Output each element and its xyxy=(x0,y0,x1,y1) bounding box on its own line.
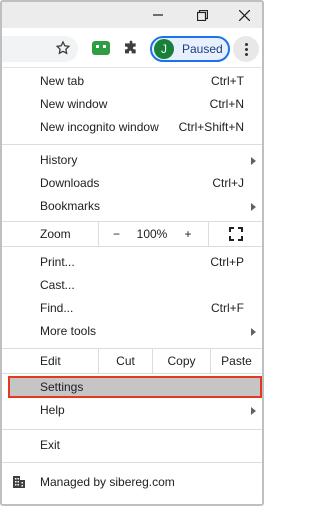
menu-item-label: Exit xyxy=(40,438,61,452)
menu-item-downloads[interactable]: Downloads Ctrl+J xyxy=(2,172,262,195)
menu-item-shortcut: Ctrl+Shift+N xyxy=(178,120,244,134)
menu-item-find[interactable]: Find... Ctrl+F xyxy=(2,297,262,320)
submenu-arrow-icon xyxy=(251,328,256,336)
avatar: J xyxy=(154,39,174,59)
zoom-out-button[interactable]: − xyxy=(98,222,134,246)
zoom-level: 100% xyxy=(134,222,170,246)
menu-item-label: Cast... xyxy=(40,278,75,292)
menu-item-history[interactable]: History xyxy=(2,149,262,172)
menu-item-new-tab[interactable]: New tab Ctrl+T xyxy=(2,70,262,93)
puzzle-icon xyxy=(125,40,136,54)
menu-item-label: Downloads xyxy=(40,176,100,190)
kebab-menu-icon[interactable] xyxy=(233,36,259,62)
menu-item-shortcut: Ctrl+F xyxy=(211,301,244,315)
zoom-in-button[interactable]: + xyxy=(170,222,206,246)
menu-item-shortcut: Ctrl+N xyxy=(209,97,244,111)
menu-item-label: Print... xyxy=(40,255,75,269)
menu-item-shortcut: Ctrl+J xyxy=(212,176,244,190)
restore-icon xyxy=(196,9,208,21)
menu-item-label: New tab xyxy=(40,74,85,88)
star-icon xyxy=(55,40,71,55)
toolbar: J Paused xyxy=(2,28,262,68)
zoom-in-label: + xyxy=(184,227,192,241)
bookmark-star-button[interactable] xyxy=(52,37,74,59)
menu-item-label: New window xyxy=(40,97,108,111)
menu-item-label: Settings xyxy=(40,380,84,394)
extensions-button[interactable] xyxy=(120,37,142,59)
submenu-arrow-icon xyxy=(251,157,256,165)
menu-item-print[interactable]: Print... Ctrl+P xyxy=(2,251,262,274)
zoom-out-label: − xyxy=(112,227,120,241)
zoom-label: Zoom xyxy=(40,227,71,241)
menu-item-shortcut: Ctrl+P xyxy=(210,255,244,269)
zoom-row: Zoom − 100% + xyxy=(2,222,262,246)
paste-label: Paste xyxy=(221,354,252,368)
menu-item-label: History xyxy=(40,153,78,167)
chrome-menu: New tab Ctrl+T New window Ctrl+N New inc… xyxy=(2,68,262,504)
copy-label: Copy xyxy=(167,354,196,368)
edit-label: Edit xyxy=(40,354,61,368)
minimize-button[interactable] xyxy=(138,2,178,28)
profile-status: Paused xyxy=(182,42,223,56)
fullscreen-button[interactable] xyxy=(208,222,262,246)
menu-item-bookmarks[interactable]: Bookmarks xyxy=(2,195,262,218)
extension-app-icon xyxy=(92,41,110,55)
menu-item-more-tools[interactable]: More tools xyxy=(2,320,262,343)
menu-divider xyxy=(2,144,262,145)
copy-button[interactable]: Copy xyxy=(152,349,210,373)
minimize-icon xyxy=(153,14,163,16)
menu-divider xyxy=(2,373,262,374)
menu-item-new-window[interactable]: New window Ctrl+N xyxy=(2,93,262,116)
restore-button[interactable] xyxy=(182,2,222,28)
menu-item-label: More tools xyxy=(40,324,97,338)
menu-item-settings[interactable]: Settings xyxy=(2,376,262,399)
menu-item-label: Find... xyxy=(40,301,74,315)
menu-divider xyxy=(2,246,262,247)
menu-item-shortcut: Ctrl+T xyxy=(211,74,244,88)
menu-item-label: Bookmarks xyxy=(40,199,101,213)
browser-window: J Paused New tab Ctrl+T New window Ctrl+… xyxy=(0,0,264,506)
cut-label: Cut xyxy=(116,354,135,368)
managed-label: Managed by sibereg.com xyxy=(40,475,175,489)
extension-app-button[interactable] xyxy=(90,37,112,59)
close-icon xyxy=(238,9,250,21)
menu-item-exit[interactable]: Exit xyxy=(2,434,262,457)
title-bar xyxy=(2,2,262,28)
menu-divider xyxy=(2,462,262,463)
menu-divider xyxy=(2,429,262,430)
building-icon xyxy=(13,476,25,488)
profile-button[interactable]: J Paused xyxy=(150,36,230,62)
zoom-level-value: 100% xyxy=(136,227,168,241)
paste-button[interactable]: Paste xyxy=(210,349,262,373)
menu-item-cast[interactable]: Cast... xyxy=(2,274,262,297)
fullscreen-icon xyxy=(228,227,243,241)
submenu-arrow-icon xyxy=(251,203,256,211)
menu-item-new-incognito-window[interactable]: New incognito window Ctrl+Shift+N xyxy=(2,116,262,139)
menu-item-label: New incognito window xyxy=(40,120,159,134)
close-button[interactable] xyxy=(224,2,262,28)
managed-by-info[interactable]: Managed by sibereg.com xyxy=(2,471,262,494)
cut-button[interactable]: Cut xyxy=(98,349,152,373)
edit-row: Edit Cut Copy Paste xyxy=(2,349,262,373)
